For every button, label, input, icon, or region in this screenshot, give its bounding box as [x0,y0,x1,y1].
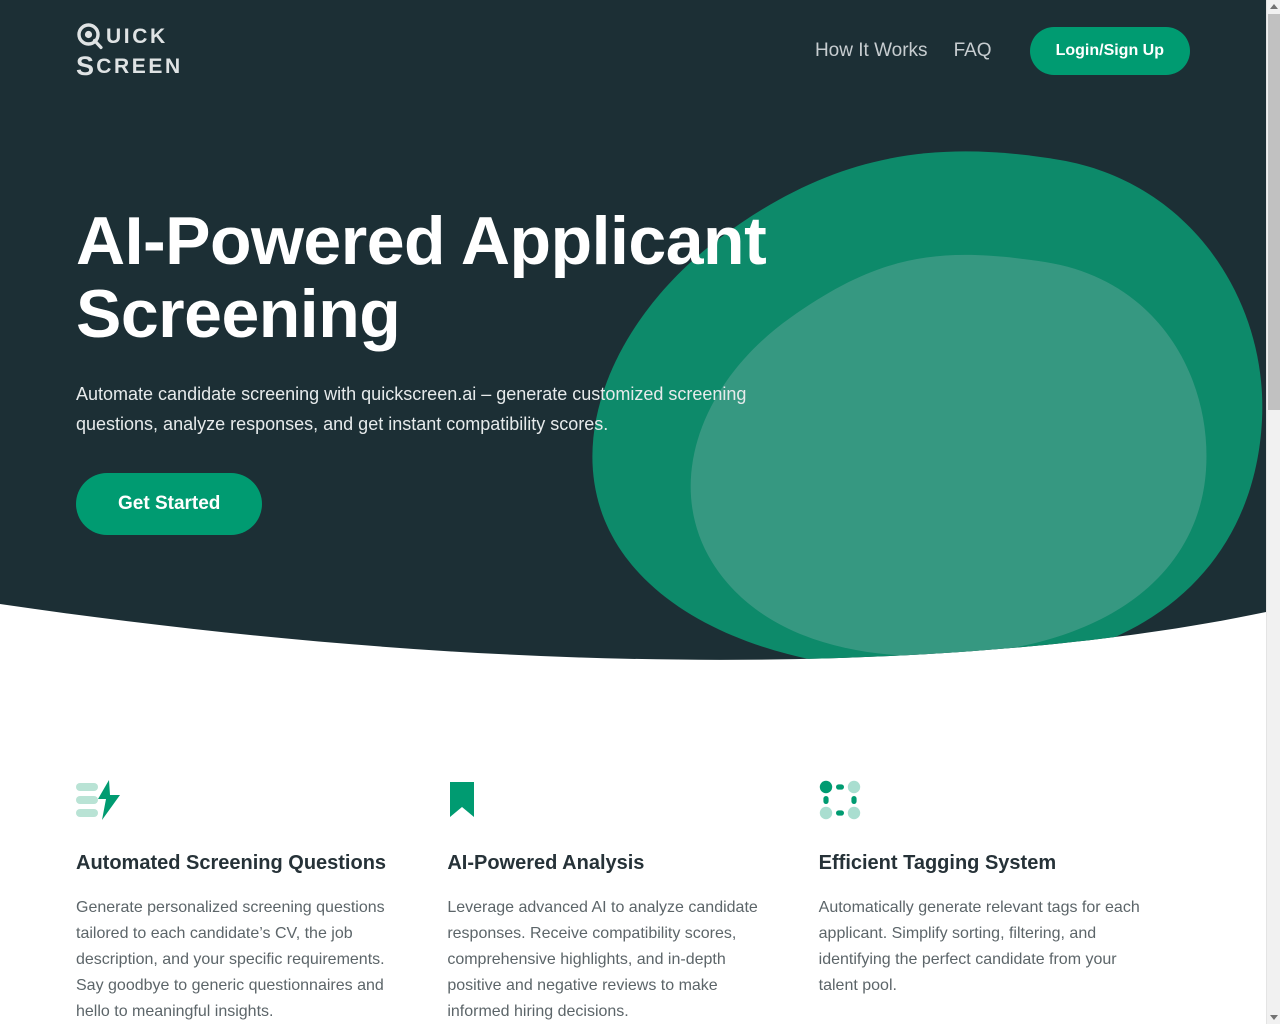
feature-title: Automated Screening Questions [76,852,387,874]
list-lightning-icon [76,780,120,820]
feature-icon-wrapper [819,780,1148,826]
logo-text-screen: CREEN [96,55,183,78]
logo-line-1: UICK [76,22,183,50]
feature-description: Generate personalized screening question… [76,899,385,1020]
brand-logo[interactable]: UICK S CREEN [76,22,183,80]
features-section: Automated Screening Questions Generate p… [0,780,1266,1024]
get-started-button[interactable]: Get Started [76,472,263,535]
login-signup-button[interactable]: Login/Sign Up [1029,27,1190,75]
scrollbar-up-arrow[interactable] [1267,0,1280,13]
feature-description: Automatically generate relevant tags for… [818,899,1140,994]
feature-card-ai-powered-analysis: AI-Powered Analysis Leverage advanced AI… [447,780,818,1024]
page-root: UICK S CREEN How It Works FAQ Login/Sign… [0,0,1280,1024]
logo-text-quick: UICK [106,24,168,48]
magnifier-q-icon [77,23,103,50]
tag-grid-icon [819,780,860,820]
hero-content: AI-Powered Applicant Screening Automate … [76,205,836,535]
hero-title: AI-Powered Applicant Screening [76,203,767,352]
bookmark-icon [450,782,475,817]
feature-icon-wrapper [76,780,405,826]
scrollbar-thumb[interactable] [1268,14,1280,410]
logo-letter-s: S [76,51,97,81]
feature-icon-wrapper [447,780,776,826]
feature-card-efficient-tagging-system: Efficient Tagging System Automatically g… [819,780,1190,1024]
page-scrollbar[interactable] [1266,0,1280,1024]
feature-title: Efficient Tagging System [818,852,1057,874]
site-header: UICK S CREEN How It Works FAQ Login/Sign… [0,0,1266,102]
hero-section: UICK S CREEN How It Works FAQ Login/Sign… [0,0,1266,680]
nav-link-how-it-works[interactable]: How It Works [815,40,928,62]
main-navigation: How It Works FAQ Login/Sign Up [815,27,1190,75]
feature-card-automated-screening-questions: Automated Screening Questions Generate p… [76,780,447,1024]
feature-title: AI-Powered Analysis [447,852,645,874]
scrollbar-down-arrow[interactable] [1267,1011,1280,1024]
feature-description: Leverage advanced AI to analyze candidat… [447,899,758,1020]
logo-line-2: S CREEN [76,53,183,80]
hero-subtitle: Automate candidate screening with quicks… [76,383,747,434]
nav-link-faq[interactable]: FAQ [954,40,992,62]
